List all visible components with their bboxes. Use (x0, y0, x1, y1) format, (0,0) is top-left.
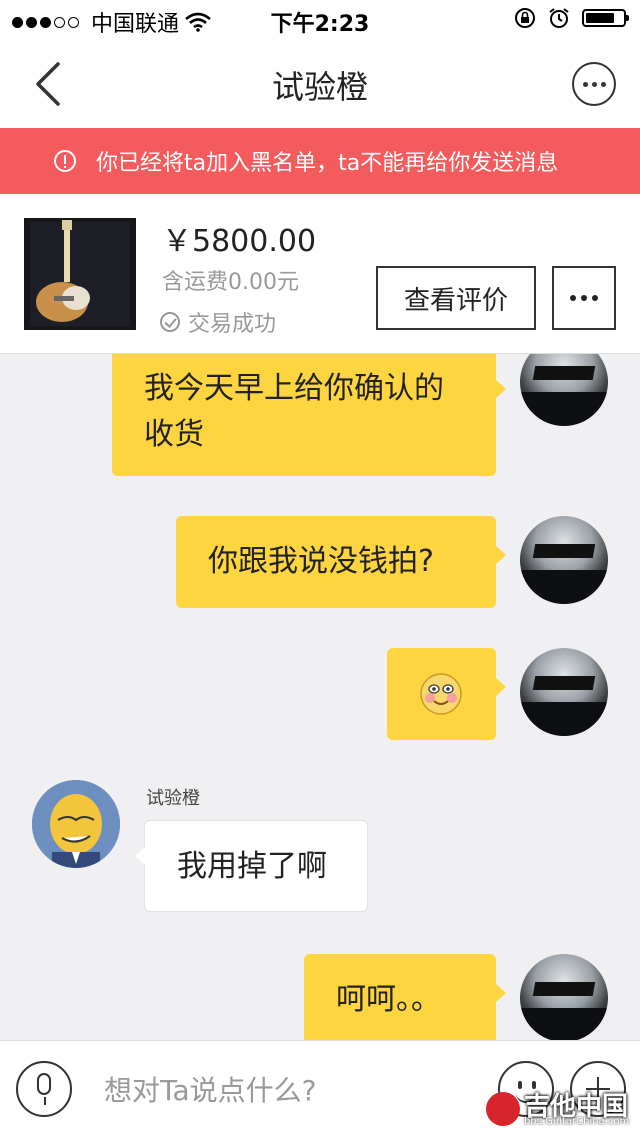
order-price: ￥5800.00 (162, 224, 317, 259)
contact-avatar[interactable] (32, 780, 120, 868)
voice-input-button[interactable] (16, 1061, 72, 1117)
trade-status: 交易成功 (160, 306, 276, 338)
check-circle-icon (160, 312, 180, 332)
rotation-lock-icon (515, 8, 535, 28)
view-review-button[interactable]: 查看评价 (376, 266, 536, 330)
my-avatar[interactable] (520, 648, 608, 736)
site-watermark: 吉他中国 bbs.GuitarChina.com (486, 1086, 636, 1132)
cartoon-avatar-image (32, 780, 120, 868)
my-avatar[interactable] (520, 516, 608, 604)
order-card: ￥5800.00 含运费0.00元 交易成功 查看评价 (0, 194, 640, 354)
blacklist-alert-banner: 你已经将ta加入黑名单，ta不能再给你发送消息 (0, 128, 640, 194)
microphone-icon (37, 1073, 51, 1095)
message-bubble[interactable]: 你跟我说没钱拍? (176, 516, 506, 608)
trade-status-text: 交易成功 (188, 312, 277, 337)
message-bubble[interactable]: 呵呵。。 (304, 954, 506, 1040)
smiling-emoji-icon (420, 673, 462, 715)
message-bubble[interactable]: 我今天早上给你确认的 收货 (112, 354, 506, 476)
info-icon (54, 150, 76, 172)
more-options-button[interactable] (572, 62, 616, 106)
chat-area[interactable]: 我今天早上给你确认的 收货 你跟我说没钱拍? 试验橙 我用掉了啊 呵呵。。 (0, 354, 640, 1040)
page-title: 试验橙 (271, 68, 368, 106)
my-avatar[interactable] (520, 354, 608, 426)
sender-name: 试验橙 (146, 788, 200, 809)
product-thumbnail[interactable] (24, 218, 136, 330)
status-bar: 中国联通 下午2:23 (0, 0, 640, 40)
alert-text: 你已经将ta加入黑名单，ta不能再给你发送消息 (96, 151, 559, 176)
my-avatar[interactable] (520, 954, 608, 1040)
watermark-sub-text: bbs.GuitarChina.com (524, 1116, 630, 1127)
status-right (514, 7, 629, 29)
message-bubble[interactable]: 我用掉了啊 (135, 820, 368, 912)
order-more-button[interactable] (552, 266, 616, 330)
guitarchina-logo-icon (486, 1092, 520, 1126)
message-bubble[interactable] (387, 648, 506, 740)
battery-icon (582, 9, 629, 27)
shipping-fee: 含运费0.00元 (162, 270, 299, 295)
message-input[interactable]: 想对Ta说点什么? (104, 1069, 317, 1109)
guitar-image (24, 218, 136, 330)
nav-bar: 试验橙 (0, 40, 640, 128)
alarm-icon (549, 8, 569, 28)
